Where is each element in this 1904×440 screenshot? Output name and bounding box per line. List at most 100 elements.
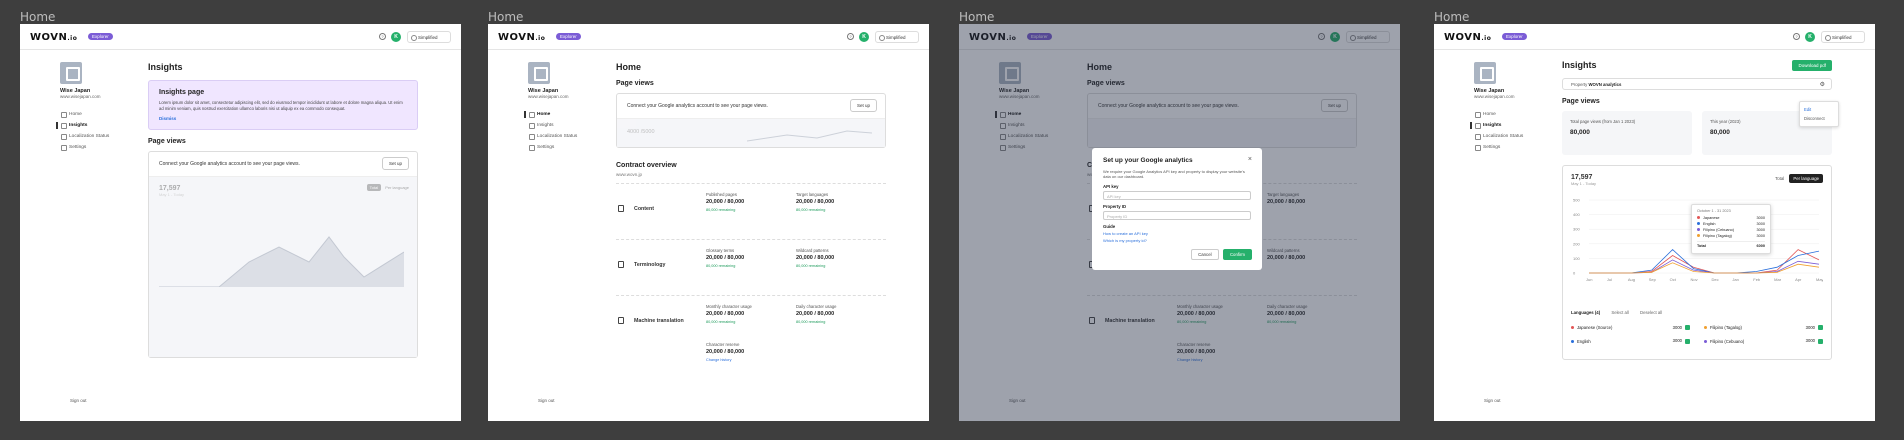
promo-text: Lorem ipsum dolor sit amet, consectetur …	[159, 100, 403, 111]
plan-badge: Explorer	[1502, 33, 1527, 40]
gear-icon[interactable]: ⚙	[1820, 81, 1825, 88]
contract-sub: www.wovn.jp	[616, 172, 643, 177]
avatar[interactable]: K	[1805, 32, 1815, 42]
guide-link-property-id[interactable]: Which is my property id?	[1103, 238, 1251, 243]
y-tick-label: 400	[1573, 212, 1580, 217]
help-icon[interactable]: ?	[847, 33, 854, 40]
download-pdf-button[interactable]: Download pdf	[1792, 60, 1832, 71]
sidebar-item-settings[interactable]: Settings	[528, 142, 608, 153]
help-icon[interactable]: ?	[1793, 33, 1800, 40]
glossary-terms: Glossary terms 20,000 / 80,000 80,000 rema…	[706, 248, 745, 268]
sidebar-item-insights[interactable]: Insights	[56, 120, 140, 131]
target-languages: Target languages 20,000 / 80,000 80,000 re…	[796, 192, 835, 212]
sidebar-item-insights[interactable]: Insights	[1470, 120, 1554, 131]
chart-tooltip: October 1 - 31 2023 Japanese 3000 English…	[1691, 204, 1771, 254]
character-reserve: Character reserve 20,000 / 80,000 Change h…	[706, 342, 745, 362]
sidebar-item-localization-status[interactable]: Localization Status	[1474, 131, 1554, 142]
contract-row-machine-translation: Machine translation Monthly character us…	[616, 295, 886, 365]
tab-per-language[interactable]: Per language	[1789, 174, 1823, 183]
setup-row: Connect your Google analytics account to…	[617, 94, 885, 119]
dismiss-link[interactable]: Dismiss	[159, 116, 407, 121]
x-tick-label: Jan	[1732, 277, 1738, 282]
sign-out-link[interactable]: Sign out	[1484, 398, 1501, 403]
close-icon[interactable]: ×	[1248, 156, 1252, 163]
y-tick-label: 500	[1573, 198, 1580, 203]
language-row[interactable]: Filipino (Cebuano) 3000	[1704, 334, 1823, 347]
sidebar-item-home[interactable]: Home	[524, 109, 608, 120]
page-views-card: Connect your Google analytics account to…	[616, 93, 886, 148]
wildcard-patterns: Wildcard patterns 20,000 / 80,000 80,000 r…	[796, 248, 835, 268]
avatar[interactable]: K	[391, 32, 401, 42]
mode-toggle[interactable]: Simplified	[1821, 31, 1865, 43]
setup-button[interactable]: Set up	[381, 157, 409, 171]
language-row[interactable]: Japanese (Source) 3000	[1571, 321, 1690, 334]
property-menu: Edit Disconnect	[1799, 101, 1839, 127]
change-history-link[interactable]: Change history	[706, 358, 744, 362]
logo[interactable]: WOVN.io	[498, 32, 545, 43]
sidebar-item-settings[interactable]: Settings	[60, 142, 140, 153]
sign-out-link[interactable]: Sign out	[538, 398, 555, 403]
daily-character-usage: Daily character usage 20,000 / 80,000 80,0…	[796, 304, 837, 324]
sidebar-item-insights[interactable]: Insights	[528, 120, 608, 131]
sidebar-item-localization-status[interactable]: Localization Status	[528, 131, 608, 142]
logo[interactable]: WOVN.io	[1444, 32, 1491, 43]
frame-home: WOVN.io Explorer ? K Simplified Wise Jap…	[488, 24, 929, 421]
sidebar-item-home[interactable]: Home	[1474, 109, 1554, 120]
confirm-button[interactable]: Confirm	[1222, 249, 1252, 260]
property-selector: Property WOVN analytics ⚙ Edit Disconnec…	[1562, 78, 1839, 127]
row-title: Content	[634, 206, 655, 212]
x-tick-label: Jul	[1607, 277, 1612, 282]
checkbox[interactable]	[1818, 325, 1823, 331]
page-views-card: Connect your Google analytics account to…	[148, 151, 418, 359]
guide-link-api-key[interactable]: How to create an API key	[1103, 231, 1251, 236]
cancel-button[interactable]: Cancel	[1191, 249, 1219, 260]
total-page-views-stat: Total page views (from Jan 1 2023) 80,00…	[1562, 111, 1692, 155]
y-tick-label: 200	[1573, 241, 1580, 246]
modal-description: We require your Google Analytics API key…	[1103, 169, 1245, 180]
setup-text: Connect your Google analytics account to…	[627, 103, 768, 109]
property-id-input[interactable]: Property ID	[1103, 211, 1251, 221]
logo[interactable]: WOVN.io	[30, 32, 77, 43]
plan-badge: Explorer	[556, 33, 581, 40]
frame-insights-setup: WOVN.io Explorer ? K Simplified Wise Jap…	[20, 24, 461, 421]
published-pages: Published pages 20,000 / 80,000 80,000 rem…	[706, 192, 745, 212]
checkbox[interactable]	[1818, 338, 1823, 344]
page-title: Home	[616, 62, 642, 72]
avatar[interactable]: K	[859, 32, 869, 42]
language-row[interactable]: English 3000	[1571, 334, 1690, 347]
help-icon[interactable]: ?	[379, 33, 386, 40]
sidebar-item-settings[interactable]: Settings	[1474, 142, 1554, 153]
deselect-all-link[interactable]: Deselect all	[1640, 310, 1662, 315]
x-tick-label: May	[1816, 277, 1823, 282]
x-tick-label: Apr	[1795, 277, 1802, 282]
frame-setup-modal: WOVN.io Explorer ? K Simplified Wise Jap…	[959, 24, 1400, 421]
x-tick-label: Sep	[1649, 277, 1657, 282]
api-key-input[interactable]: API key	[1103, 191, 1251, 201]
ghost-sparkline	[747, 130, 872, 142]
x-tick-label: Aug	[1628, 277, 1635, 282]
api-key-label: API key	[1103, 184, 1119, 190]
setup-button[interactable]: Set up	[849, 99, 877, 112]
menu-item-disconnect[interactable]: Disconnect	[1804, 114, 1834, 123]
sign-out-link[interactable]: Sign out	[70, 398, 87, 403]
language-row[interactable]: Filipino (Tagalog) 3000	[1704, 321, 1823, 334]
frame-label: Home	[1434, 10, 1470, 24]
checkbox[interactable]	[1685, 338, 1690, 344]
mode-toggle[interactable]: Simplified	[875, 31, 919, 43]
guide-label: Guide	[1103, 224, 1116, 230]
checkbox[interactable]	[1685, 325, 1690, 331]
mode-toggle[interactable]: Simplified	[407, 31, 451, 43]
page-views-heading: Page views	[1562, 98, 1600, 105]
menu-item-edit[interactable]: Edit	[1804, 105, 1834, 114]
main-content: Home Page views Connect your Google anal…	[616, 62, 886, 365]
setup-row: Connect your Google analytics account to…	[149, 152, 417, 178]
main-content: Insights Download pdf Property WOVN anal…	[1562, 60, 1839, 360]
setup-text: Connect your Google analytics account to…	[159, 161, 300, 168]
page-views-heading: Page views	[616, 80, 654, 87]
x-tick-label: Oct	[1670, 277, 1677, 282]
tab-total[interactable]: Total	[1771, 174, 1788, 183]
sidebar-item-localization-status[interactable]: Localization Status	[60, 131, 140, 142]
sidebar-item-home[interactable]: Home	[60, 109, 140, 120]
select-all-link[interactable]: Select all	[1611, 310, 1628, 315]
chart-placeholder: 17,597 May 1 - Today Total Per language	[149, 177, 417, 358]
